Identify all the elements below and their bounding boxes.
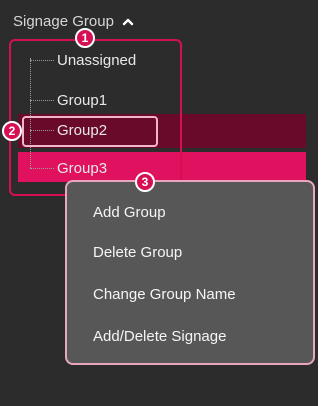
selected-item-callout-frame bbox=[22, 116, 158, 147]
group-context-menu: Add Group Delete Group Change Group Name… bbox=[65, 180, 315, 365]
callout-badge-2: 2 bbox=[2, 121, 22, 141]
signage-group-panel: Signage Group Unassigned Group1 Group2 G… bbox=[0, 0, 318, 406]
menu-item-change-group-name[interactable]: Change Group Name bbox=[93, 286, 236, 303]
callout-badge-3: 3 bbox=[135, 172, 155, 192]
menu-item-add-delete-signage[interactable]: Add/Delete Signage bbox=[93, 328, 226, 345]
signage-group-title: Signage Group bbox=[13, 13, 114, 30]
menu-item-delete-group[interactable]: Delete Group bbox=[93, 244, 182, 261]
signage-group-header[interactable]: Signage Group bbox=[13, 13, 134, 30]
menu-item-add-group[interactable]: Add Group bbox=[93, 204, 166, 221]
callout-badge-1: 1 bbox=[75, 28, 95, 48]
chevron-up-icon[interactable] bbox=[122, 17, 134, 27]
